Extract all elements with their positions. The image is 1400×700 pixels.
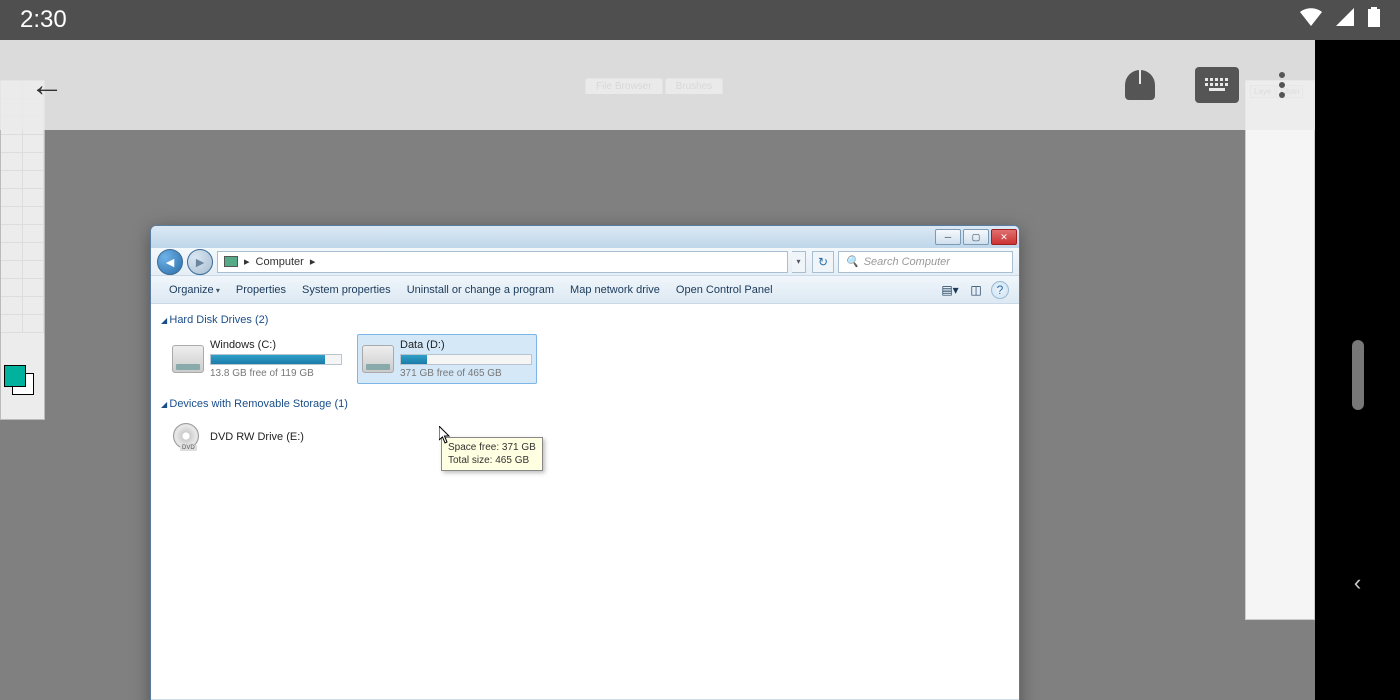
drive-dvd[interactable]: DVD RW Drive (E:) (167, 418, 347, 456)
usage-bar (400, 354, 532, 365)
refresh-button[interactable]: ↻ (812, 251, 834, 273)
group-hard-disk-drives[interactable]: Hard Disk Drives (2) (153, 310, 1017, 330)
address-bar: ◄ ► ▸ Computer ▸ ▾ ↻ 🔍 Search Computer (151, 248, 1019, 276)
uninstall-button[interactable]: Uninstall or change a program (399, 280, 562, 300)
nav-forward-button[interactable]: ► (187, 249, 213, 275)
address-box[interactable]: ▸ Computer ▸ (217, 251, 788, 273)
scroll-handle[interactable] (1352, 340, 1364, 410)
drive-tooltip: Space free: 371 GB Total size: 465 GB (441, 437, 543, 471)
drive-label: DVD RW Drive (E:) (210, 431, 304, 443)
back-icon[interactable]: ← (30, 66, 64, 105)
dvd-icon (172, 423, 204, 451)
android-nav-bar: ‹ (1315, 40, 1400, 700)
breadcrumb[interactable]: Computer (256, 256, 304, 268)
wifi-icon (1300, 8, 1322, 32)
search-placeholder: Search Computer (864, 256, 950, 268)
map-drive-button[interactable]: Map network drive (562, 280, 668, 300)
close-button[interactable]: ✕ (991, 229, 1017, 245)
command-bar: Organize Properties System properties Un… (151, 276, 1019, 304)
remote-overlay-bar: ← (0, 40, 1315, 130)
drive-subtext: 371 GB free of 465 GB (400, 368, 532, 379)
content-area[interactable]: Hard Disk Drives (2) Windows (C:) 13.8 G… (151, 304, 1019, 699)
more-options-icon[interactable] (1279, 72, 1285, 98)
titlebar[interactable]: ─ ▢ ✕ (151, 226, 1019, 248)
search-icon: 🔍 (845, 255, 859, 268)
help-icon[interactable]: ? (991, 281, 1009, 299)
cell-signal-icon (1336, 8, 1354, 32)
preview-pane-icon[interactable]: ◫ (965, 280, 987, 300)
remote-desktop: ← File Browser Brushes LayeChan ─ ▢ ✕ (0, 40, 1315, 700)
keyboard-icon[interactable] (1195, 67, 1239, 103)
group-removable-storage[interactable]: Devices with Removable Storage (1) (153, 394, 1017, 414)
drive-label: Data (D:) (400, 339, 532, 351)
search-input[interactable]: 🔍 Search Computer (838, 251, 1013, 273)
disk-icon (172, 345, 204, 373)
mouse-mode-icon[interactable] (1125, 70, 1155, 100)
view-menu-icon[interactable]: ▤▾ (939, 280, 961, 300)
nav-back-button[interactable]: ◄ (157, 249, 183, 275)
usage-bar (210, 354, 342, 365)
android-status-bar: 2:30 (0, 0, 1400, 40)
properties-button[interactable]: Properties (228, 280, 294, 300)
drive-c[interactable]: Windows (C:) 13.8 GB free of 119 GB (167, 334, 347, 384)
drive-subtext: 13.8 GB free of 119 GB (210, 368, 342, 379)
battery-icon (1368, 7, 1380, 33)
organize-menu[interactable]: Organize (161, 280, 228, 300)
system-properties-button[interactable]: System properties (294, 280, 399, 300)
cursor-icon (439, 426, 451, 444)
gimp-right-dock[interactable]: LayeChan (1245, 80, 1315, 620)
explorer-window: ─ ▢ ✕ ◄ ► ▸ Computer ▸ ▾ ↻ 🔍 Search Comp… (150, 225, 1020, 700)
clock: 2:30 (20, 6, 67, 34)
disk-icon (362, 345, 394, 373)
gimp-color-swatch[interactable] (4, 365, 34, 395)
maximize-button[interactable]: ▢ (963, 229, 989, 245)
drive-label: Windows (C:) (210, 339, 342, 351)
computer-icon (224, 256, 238, 267)
drive-d[interactable]: Data (D:) 371 GB free of 465 GB (357, 334, 537, 384)
address-dropdown-icon[interactable]: ▾ (792, 251, 806, 273)
control-panel-button[interactable]: Open Control Panel (668, 280, 781, 300)
chevron-left-icon[interactable]: ‹ (1354, 570, 1361, 596)
minimize-button[interactable]: ─ (935, 229, 961, 245)
